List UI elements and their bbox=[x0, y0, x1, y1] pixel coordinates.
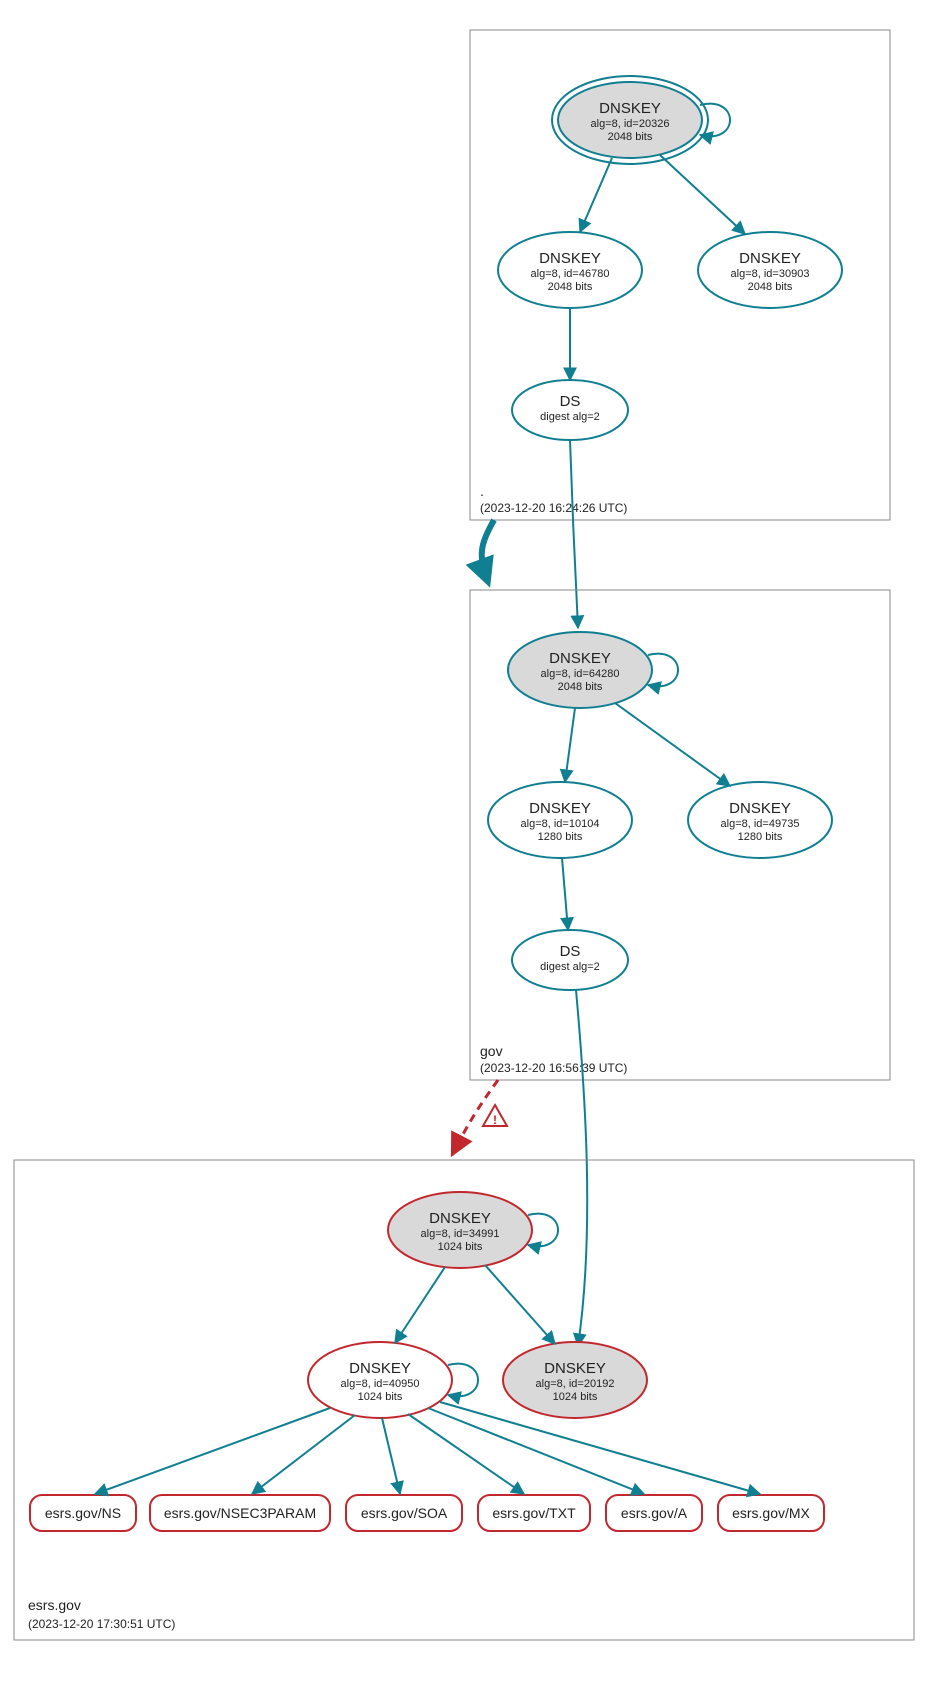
edge-gov-ksk-to-zsk1 bbox=[565, 708, 575, 782]
zone-gov-time: (2023-12-20 16:56:39 UTC) bbox=[480, 1061, 627, 1075]
rrset-txt: esrs.gov/TXT bbox=[478, 1495, 590, 1531]
svg-text:alg=8, id=30903: alg=8, id=30903 bbox=[731, 268, 810, 280]
svg-text:1024 bits: 1024 bits bbox=[438, 1241, 483, 1253]
edge-esrs-zsk-to-nsec3param bbox=[252, 1415, 355, 1494]
rrset-a: esrs.gov/A bbox=[606, 1495, 702, 1531]
edge-gov-ds-to-esrs-ksk2 bbox=[576, 990, 587, 1346]
svg-text:DNSKEY: DNSKEY bbox=[739, 250, 801, 267]
svg-text:1024 bits: 1024 bits bbox=[553, 1391, 598, 1403]
svg-text:digest alg=2: digest alg=2 bbox=[540, 961, 600, 973]
edge-root-ksk-to-zsk1 bbox=[580, 158, 612, 232]
svg-text:alg=8, id=64280: alg=8, id=64280 bbox=[541, 668, 620, 680]
svg-text:alg=8, id=46780: alg=8, id=46780 bbox=[531, 268, 610, 280]
svg-text:DS: DS bbox=[560, 943, 581, 960]
svg-text:esrs.gov/NS: esrs.gov/NS bbox=[45, 1505, 121, 1521]
svg-text:alg=8, id=10104: alg=8, id=10104 bbox=[521, 818, 600, 830]
edge-delegation-root-to-gov bbox=[482, 520, 494, 582]
svg-text:alg=8, id=49735: alg=8, id=49735 bbox=[721, 818, 800, 830]
svg-text:1280 bits: 1280 bits bbox=[738, 831, 783, 843]
edge-gov-zsk1-to-ds bbox=[562, 858, 568, 930]
zone-root-name: . bbox=[480, 483, 484, 499]
edge-root-ksk-to-zsk2 bbox=[660, 155, 745, 234]
node-root-ds: DS digest alg=2 bbox=[512, 380, 628, 440]
node-root-zsk-46780: DNSKEY alg=8, id=46780 2048 bits bbox=[498, 232, 642, 308]
zone-root-time: (2023-12-20 16:24:26 UTC) bbox=[480, 501, 627, 515]
svg-text:DNSKEY: DNSKEY bbox=[429, 1210, 491, 1227]
node-root-ksk-dnskey: DNSKEY alg=8, id=20326 2048 bits bbox=[552, 76, 708, 164]
rrset-ns: esrs.gov/NS bbox=[30, 1495, 136, 1531]
svg-text:DNSKEY: DNSKEY bbox=[349, 1360, 411, 1377]
rrset-row: esrs.gov/NS esrs.gov/NSEC3PARAM esrs.gov… bbox=[30, 1495, 824, 1531]
svg-text:alg=8, id=20326: alg=8, id=20326 bbox=[591, 118, 670, 130]
zone-esrs-time: (2023-12-20 17:30:51 UTC) bbox=[28, 1617, 175, 1631]
svg-text:esrs.gov/A: esrs.gov/A bbox=[621, 1505, 688, 1521]
rrset-nsec3param: esrs.gov/NSEC3PARAM bbox=[150, 1495, 330, 1531]
svg-text:DNSKEY: DNSKEY bbox=[529, 800, 591, 817]
zone-esrs-gov: esrs.gov (2023-12-20 17:30:51 UTC) DNSKE… bbox=[14, 1160, 914, 1640]
node-gov-zsk-49735: DNSKEY alg=8, id=49735 1280 bits bbox=[688, 782, 832, 858]
svg-text:DNSKEY: DNSKEY bbox=[544, 1360, 606, 1377]
node-esrs-ksk-34991: DNSKEY alg=8, id=34991 1024 bits bbox=[388, 1192, 532, 1268]
edge-esrs-zsk-to-txt bbox=[408, 1414, 524, 1494]
edge-root-ds-to-gov-ksk bbox=[570, 440, 578, 628]
svg-text:DNSKEY: DNSKEY bbox=[729, 800, 791, 817]
rrset-soa: esrs.gov/SOA bbox=[346, 1495, 462, 1531]
svg-text:2048 bits: 2048 bits bbox=[558, 681, 603, 693]
svg-text:alg=8, id=40950: alg=8, id=40950 bbox=[341, 1378, 420, 1390]
svg-text:DS: DS bbox=[560, 393, 581, 410]
svg-text:DNSKEY: DNSKEY bbox=[599, 100, 661, 117]
edge-esrs-ksk-to-zsk bbox=[395, 1267, 445, 1343]
node-esrs-ksk-20192: DNSKEY alg=8, id=20192 1024 bits bbox=[503, 1342, 647, 1418]
svg-text:digest alg=2: digest alg=2 bbox=[540, 411, 600, 423]
svg-text:esrs.gov/MX: esrs.gov/MX bbox=[732, 1505, 810, 1521]
svg-text:esrs.gov/TXT: esrs.gov/TXT bbox=[492, 1505, 576, 1521]
zone-gov: gov (2023-12-20 16:56:39 UTC) DNSKEY alg… bbox=[470, 590, 890, 1080]
svg-text:1024 bits: 1024 bits bbox=[358, 1391, 403, 1403]
svg-text:DNSKEY: DNSKEY bbox=[539, 250, 601, 267]
svg-text:alg=8, id=20192: alg=8, id=20192 bbox=[536, 1378, 615, 1390]
node-esrs-zsk-40950: DNSKEY alg=8, id=40950 1024 bits bbox=[308, 1342, 452, 1418]
node-gov-ksk-dnskey: DNSKEY alg=8, id=64280 2048 bits bbox=[508, 632, 652, 708]
node-gov-ds: DS digest alg=2 bbox=[512, 930, 628, 990]
node-root-zsk-30903: DNSKEY alg=8, id=30903 2048 bits bbox=[698, 232, 842, 308]
svg-text:2048 bits: 2048 bits bbox=[608, 131, 653, 143]
edge-esrs-zsk-to-soa bbox=[382, 1418, 400, 1494]
svg-text:1280 bits: 1280 bits bbox=[538, 831, 583, 843]
edge-gov-ksk-to-zsk2 bbox=[615, 703, 730, 786]
edge-esrs-ksk-to-ksk2 bbox=[485, 1265, 555, 1344]
zone-root: . (2023-12-20 16:24:26 UTC) DNSKEY alg=8… bbox=[470, 30, 890, 520]
edge-esrs-zsk-to-ns bbox=[95, 1408, 330, 1494]
svg-text:DNSKEY: DNSKEY bbox=[549, 650, 611, 667]
warning-icon: ! bbox=[483, 1105, 507, 1127]
rrset-mx: esrs.gov/MX bbox=[718, 1495, 824, 1531]
svg-text:alg=8, id=34991: alg=8, id=34991 bbox=[421, 1228, 500, 1240]
node-gov-zsk-10104: DNSKEY alg=8, id=10104 1280 bits bbox=[488, 782, 632, 858]
svg-text:esrs.gov/NSEC3PARAM: esrs.gov/NSEC3PARAM bbox=[164, 1505, 316, 1521]
zone-gov-name: gov bbox=[480, 1043, 503, 1059]
svg-text:esrs.gov/SOA: esrs.gov/SOA bbox=[361, 1505, 448, 1521]
svg-text:2048 bits: 2048 bits bbox=[548, 281, 593, 293]
zone-esrs-name: esrs.gov bbox=[28, 1597, 81, 1613]
svg-text:2048 bits: 2048 bits bbox=[748, 281, 793, 293]
svg-text:!: ! bbox=[493, 1113, 497, 1127]
